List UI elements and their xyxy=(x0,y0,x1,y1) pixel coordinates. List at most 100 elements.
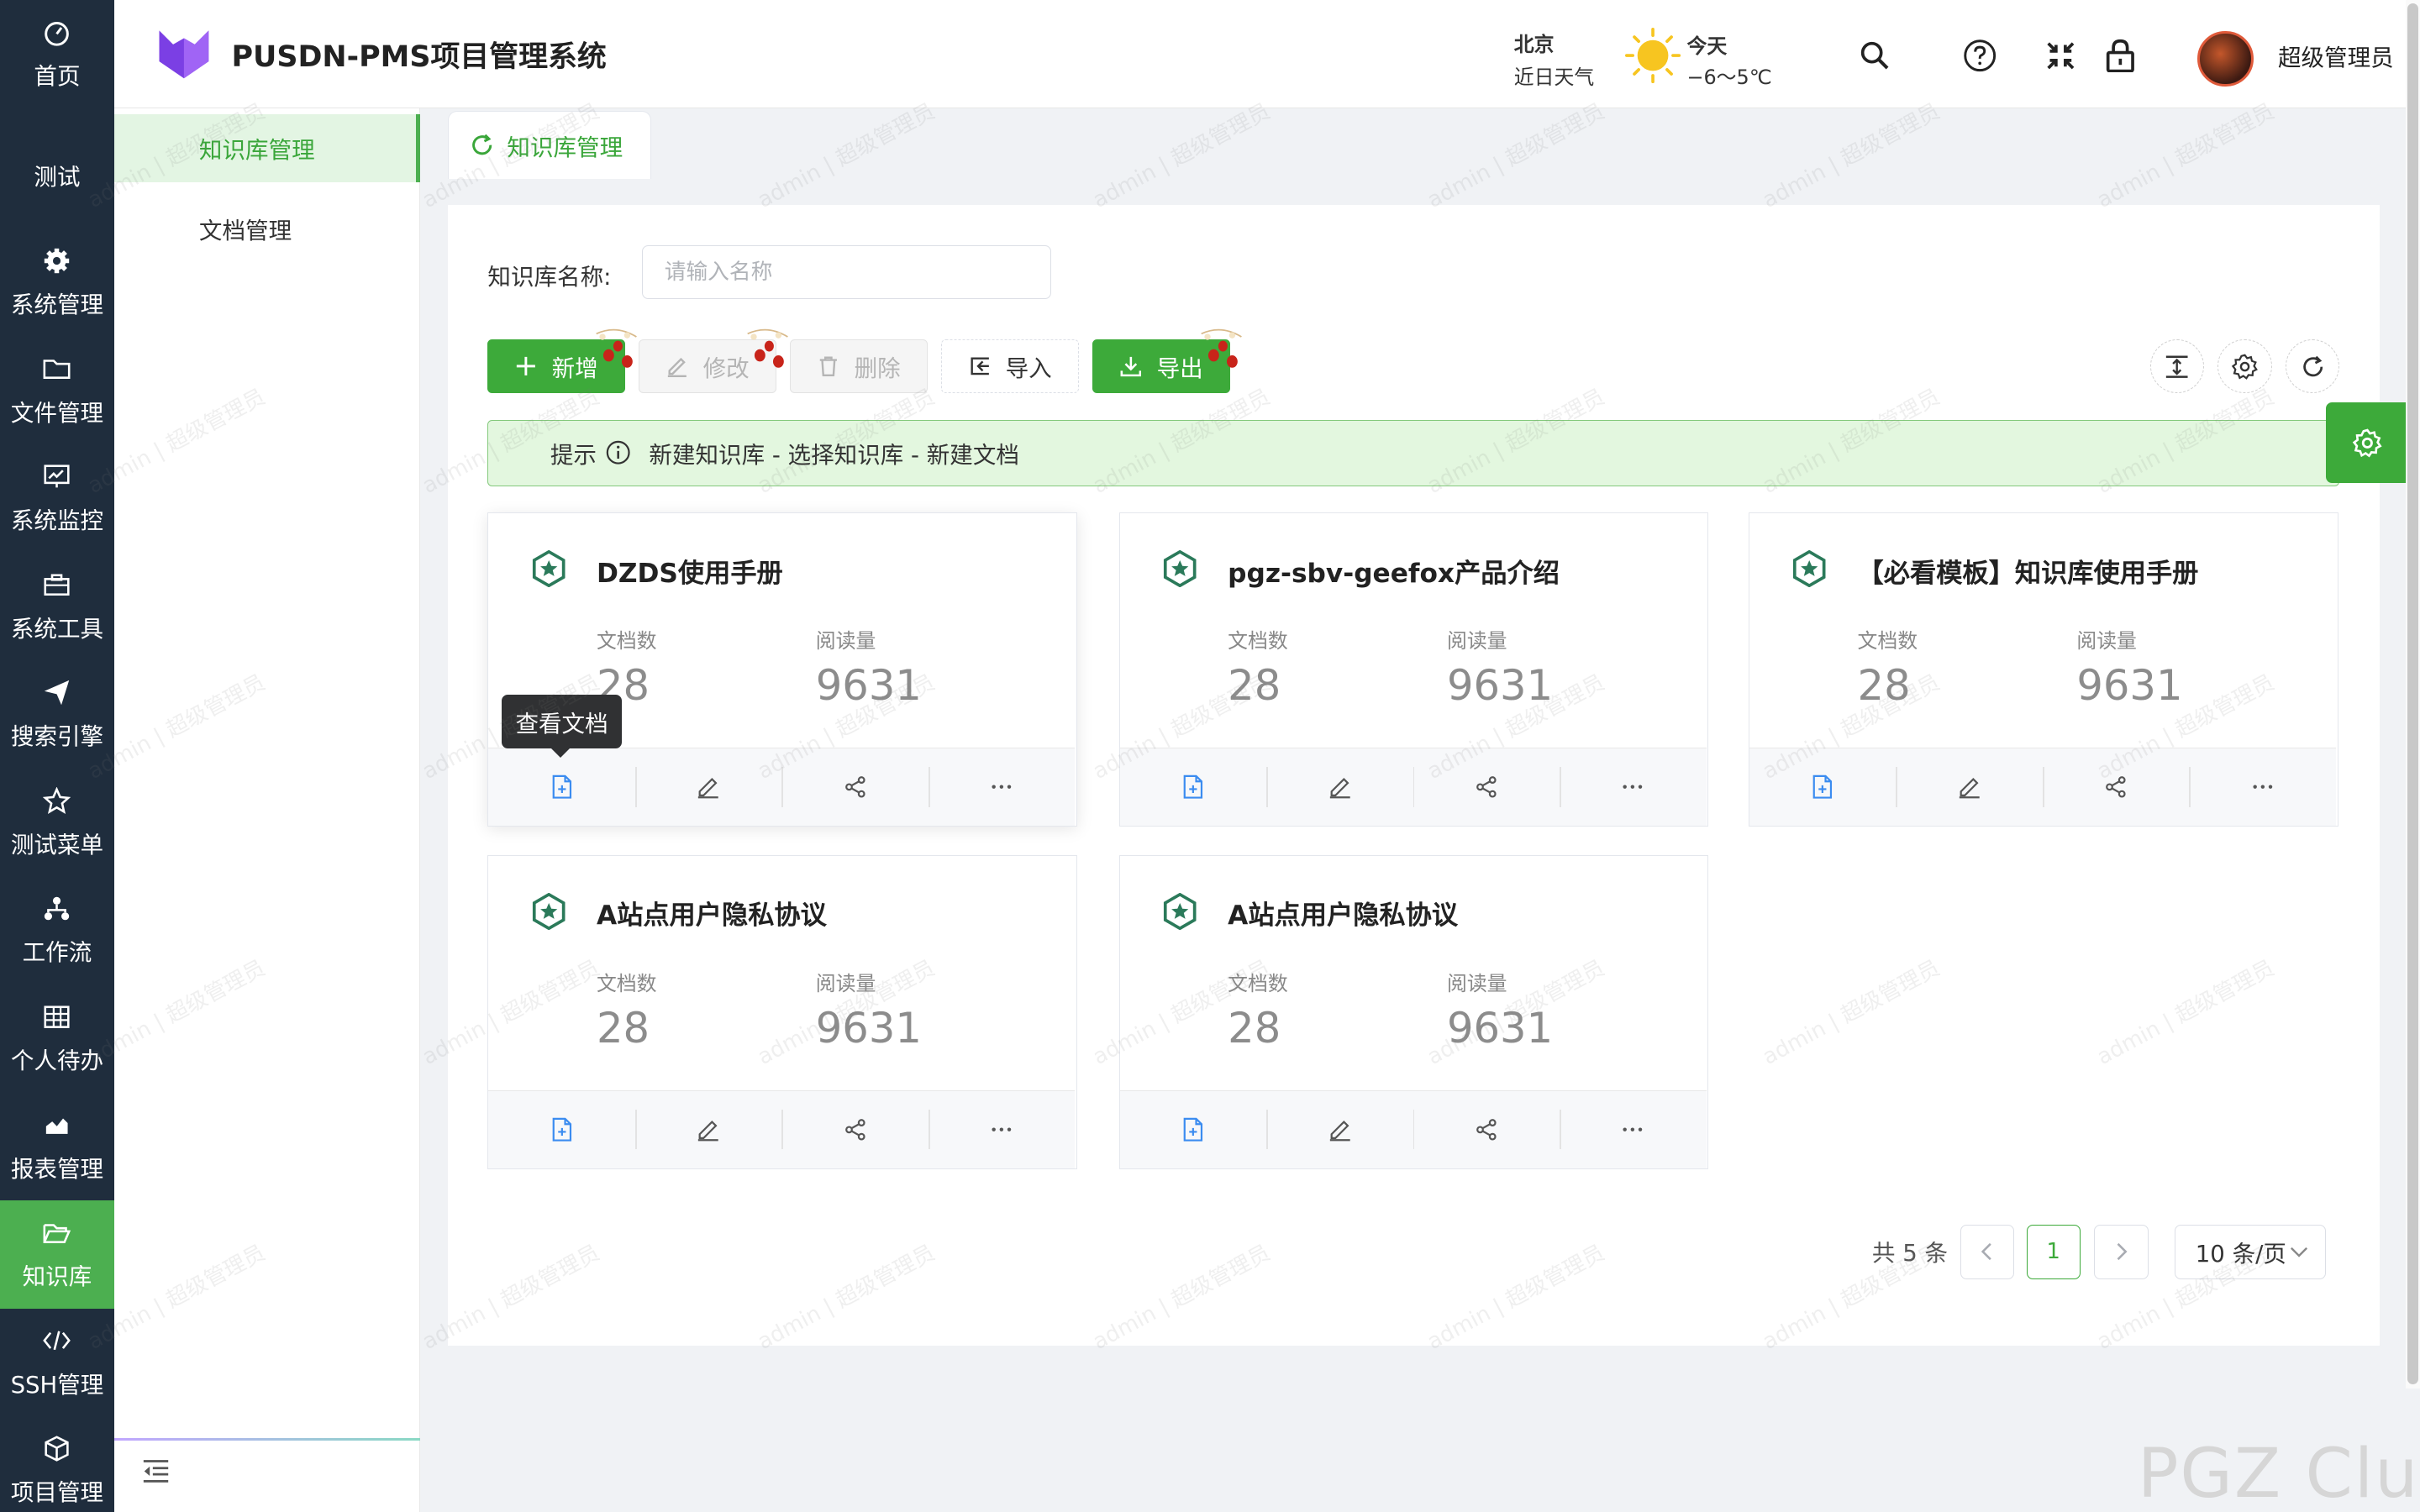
knowledge-card[interactable]: 【必看模板】知识库使用手册 文档数 阅读量 28 9631 xyxy=(1748,512,2338,827)
subnav-item-documents[interactable]: 文档管理 xyxy=(114,194,420,262)
nav-tools[interactable]: 系统工具 xyxy=(0,553,114,661)
folder-open-icon xyxy=(42,1217,73,1248)
card-title[interactable]: 【必看模板】知识库使用手册 xyxy=(1858,552,2199,590)
corner-watermark: PGZ Club xyxy=(2137,1435,2420,1512)
badge-star-icon xyxy=(532,549,566,587)
collapse-menu-icon[interactable] xyxy=(142,1457,170,1484)
density-button[interactable] xyxy=(2149,339,2204,394)
edit-button[interactable]: 修改 xyxy=(639,329,789,394)
nav-workflow[interactable]: 工作流 xyxy=(0,876,114,984)
edit-card-button[interactable] xyxy=(1266,1091,1413,1169)
lock-screen-button[interactable] xyxy=(2102,37,2139,74)
fullscreen-button[interactable] xyxy=(2042,37,2079,74)
card-title[interactable]: DZDS使用手册 xyxy=(597,552,783,590)
nav-system[interactable]: 系统管理 xyxy=(0,228,114,337)
nav-test-menu[interactable]: 测试菜单 xyxy=(0,769,114,877)
file-add-icon xyxy=(1181,774,1205,800)
hint-label: 提示 xyxy=(550,442,597,470)
chevron-right-icon xyxy=(2117,1243,2128,1261)
paper-plane-icon xyxy=(42,678,73,709)
next-page-button[interactable] xyxy=(2094,1225,2149,1279)
card-title[interactable]: A站点用户隐私协议 xyxy=(597,894,827,932)
dashboard-icon xyxy=(42,17,73,48)
prev-page-button[interactable] xyxy=(1960,1225,2014,1279)
refresh-table-button[interactable] xyxy=(2286,339,2340,394)
share-card-button[interactable] xyxy=(781,1091,928,1169)
knowledge-card[interactable]: pgz-sbv-geefox产品介绍 文档数 阅读量 28 9631 xyxy=(1118,512,1709,827)
knowledge-card[interactable]: DZDS使用手册 文档数 阅读量 28 9631 xyxy=(487,512,1077,827)
weather-today: 今天 xyxy=(1686,34,1728,58)
tab-knowledge-base[interactable]: 知识库管理 xyxy=(447,111,652,180)
share-icon xyxy=(1474,1117,1498,1142)
share-card-button[interactable] xyxy=(2042,748,2189,827)
import-button[interactable]: 导入 xyxy=(941,339,1079,394)
file-add-icon xyxy=(1811,774,1835,800)
card-title[interactable]: A站点用户隐私协议 xyxy=(1228,894,1458,932)
edit-card-button[interactable] xyxy=(634,748,781,827)
theme-settings-button[interactable] xyxy=(2325,402,2410,483)
card-actions xyxy=(1119,1089,1707,1169)
nav-todo[interactable]: 个人待办 xyxy=(0,984,114,1093)
more-options-button[interactable] xyxy=(1560,748,1706,827)
page-size-select[interactable]: 10 条/页 xyxy=(2174,1225,2326,1279)
nav-projects[interactable]: 项目管理 xyxy=(0,1416,114,1512)
nav-knowledge-base[interactable]: 知识库 xyxy=(0,1200,114,1309)
edit-card-button[interactable] xyxy=(1896,748,2042,827)
delete-button[interactable]: 删除 xyxy=(790,339,928,394)
hint-banner: 提示 新建知识库 - 选择知识库 - 新建文档 xyxy=(487,419,2340,486)
nav-ssh[interactable]: SSH管理 xyxy=(0,1309,114,1417)
read-count-value: 9631 xyxy=(815,1003,922,1053)
sub-sidebar: 知识库管理 文档管理 xyxy=(113,108,420,1512)
nav-search-engine[interactable]: 搜索引擎 xyxy=(0,660,114,769)
card-title[interactable]: pgz-sbv-geefox产品介绍 xyxy=(1228,552,1560,590)
doc-count-label: 文档数 xyxy=(1228,971,1288,995)
nav-test[interactable]: 测试 xyxy=(0,120,114,228)
avatar[interactable] xyxy=(2197,30,2254,87)
more-options-button[interactable] xyxy=(928,748,1075,827)
subnav-item-knowledge-base[interactable]: 知识库管理 xyxy=(113,113,420,182)
view-docs-button[interactable] xyxy=(1120,1091,1266,1169)
view-docs-tooltip: 查看文档 xyxy=(501,694,623,758)
share-card-button[interactable] xyxy=(1413,748,1560,827)
ellipsis-icon xyxy=(1621,1117,1645,1142)
view-docs-button[interactable] xyxy=(488,1091,634,1169)
view-docs-button[interactable] xyxy=(1749,748,1896,827)
nav-files[interactable]: 文件管理 xyxy=(0,336,114,444)
nav-reports[interactable]: 报表管理 xyxy=(0,1092,114,1200)
more-options-button[interactable] xyxy=(2189,748,2335,827)
download-icon xyxy=(1120,354,1144,379)
doc-count-value: 28 xyxy=(596,1003,650,1053)
more-options-button[interactable] xyxy=(1560,1091,1706,1169)
page-scrollbar[interactable] xyxy=(2406,0,2420,1389)
lock-icon xyxy=(2107,39,2135,73)
scrollbar-thumb[interactable] xyxy=(2407,3,2419,1384)
share-card-button[interactable] xyxy=(781,748,928,827)
view-docs-button[interactable] xyxy=(488,748,634,827)
search-button[interactable] xyxy=(1857,37,1894,74)
card-actions xyxy=(488,1089,1076,1169)
share-card-button[interactable] xyxy=(1413,1091,1560,1169)
flow-icon xyxy=(42,894,73,925)
nav-label: 搜索引擎 xyxy=(10,723,104,751)
edit-icon xyxy=(696,1117,720,1142)
page-number-button[interactable]: 1 xyxy=(2026,1225,2081,1279)
column-settings-button[interactable] xyxy=(2217,339,2272,394)
star-icon xyxy=(42,785,73,816)
refresh-icon[interactable] xyxy=(470,133,494,157)
edit-card-button[interactable] xyxy=(634,1091,781,1169)
main-nav-rail: 首页 测试 系统管理 文件管理 系统监控 系统工具 搜索引擎 测试菜单 工作流 … xyxy=(0,0,114,1512)
edit-card-button[interactable] xyxy=(1266,748,1413,827)
nav-monitor[interactable]: 系统监控 xyxy=(0,444,114,553)
knowledge-card[interactable]: A站点用户隐私协议 文档数 阅读量 28 9631 xyxy=(1118,854,1709,1170)
name-search-input[interactable] xyxy=(642,245,1051,300)
help-button[interactable] xyxy=(1961,37,1998,74)
user-name[interactable]: 超级管理员 xyxy=(2278,39,2394,72)
gear-icon xyxy=(42,245,73,276)
add-button[interactable]: 新增 xyxy=(487,329,638,394)
knowledge-card[interactable]: A站点用户隐私协议 文档数 阅读量 28 9631 xyxy=(487,854,1077,1170)
more-options-button[interactable] xyxy=(928,1091,1075,1169)
nav-home[interactable]: 首页 xyxy=(0,0,114,108)
view-docs-button[interactable] xyxy=(1120,748,1266,827)
ellipsis-icon xyxy=(989,1117,1013,1142)
export-button[interactable]: 导出 xyxy=(1092,329,1242,394)
